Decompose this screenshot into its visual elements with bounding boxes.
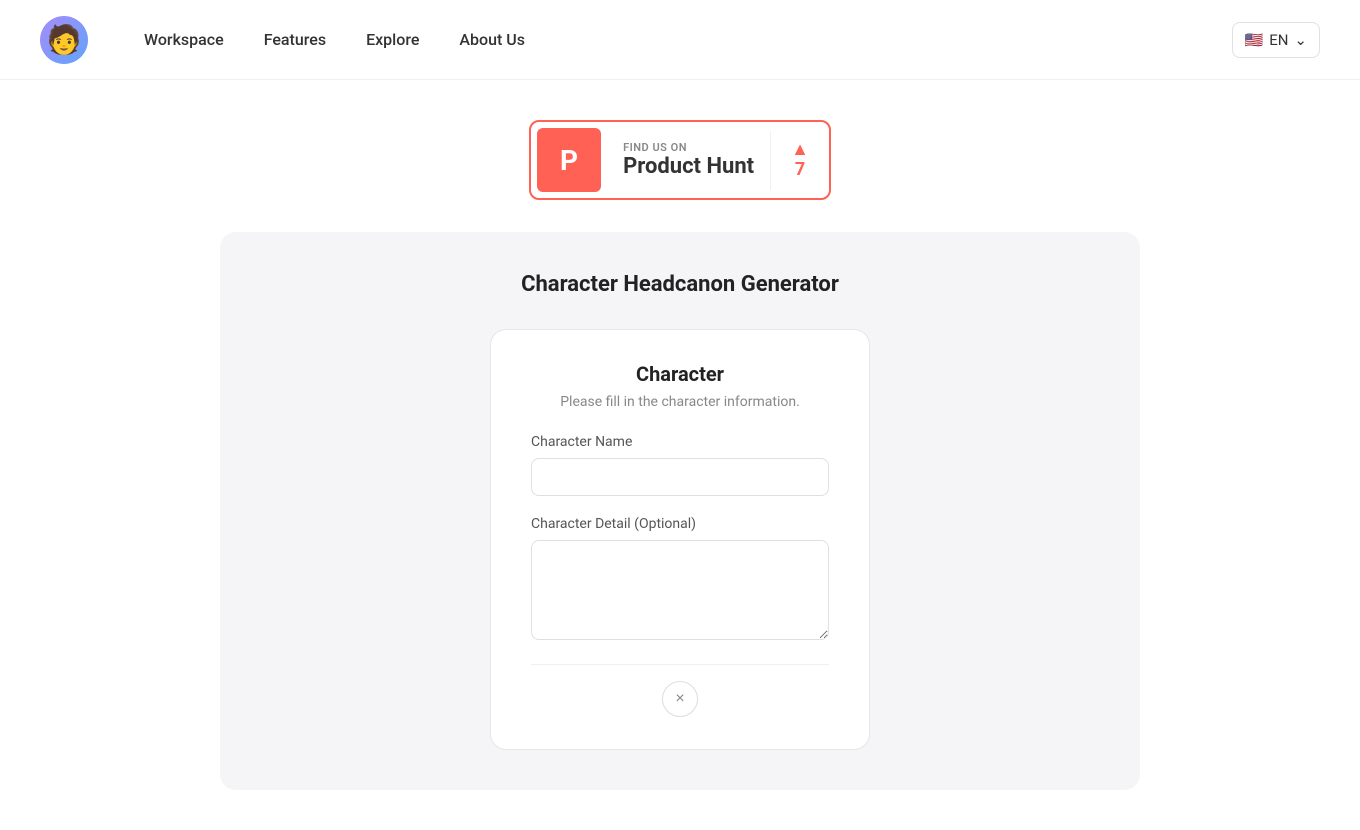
main-content: P FIND US ON Product Hunt ▲ 7 Character … bbox=[0, 80, 1360, 830]
form-container: Character Headcanon Generator Character … bbox=[220, 232, 1140, 790]
ph-vote-arrow-icon: ▲ bbox=[791, 141, 809, 159]
lang-code: EN bbox=[1269, 31, 1288, 49]
lang-dropdown-icon: ⌄ bbox=[1294, 31, 1307, 49]
ph-find-us-label: FIND US ON bbox=[623, 141, 754, 154]
character-card: Character Please fill in the character i… bbox=[490, 329, 870, 750]
nav-links: Workspace Features Explore About Us bbox=[128, 22, 1232, 57]
nav-link-explore[interactable]: Explore bbox=[350, 22, 435, 57]
navbar: 🧑 Workspace Features Explore About Us 🇺🇸… bbox=[0, 0, 1360, 80]
character-name-input[interactable] bbox=[531, 458, 829, 496]
ph-text-area: FIND US ON Product Hunt bbox=[607, 131, 770, 189]
language-selector[interactable]: 🇺🇸 EN ⌄ bbox=[1232, 22, 1321, 58]
lang-flag: 🇺🇸 bbox=[1245, 31, 1264, 49]
nav-link-about-us[interactable]: About Us bbox=[443, 22, 541, 57]
nav-link-workspace[interactable]: Workspace bbox=[128, 22, 240, 57]
ph-logo-icon: P bbox=[537, 128, 601, 192]
character-detail-group: Character Detail (Optional) bbox=[531, 516, 829, 644]
close-icon: × bbox=[675, 690, 684, 708]
character-name-label: Character Name bbox=[531, 434, 829, 450]
close-button[interactable]: × bbox=[662, 681, 698, 717]
ph-vote-area[interactable]: ▲ 7 bbox=[770, 131, 829, 190]
character-name-group: Character Name bbox=[531, 434, 829, 496]
card-subtitle: Please fill in the character information… bbox=[531, 394, 829, 410]
product-hunt-banner[interactable]: P FIND US ON Product Hunt ▲ 7 bbox=[529, 120, 831, 200]
logo-icon: 🧑 bbox=[40, 16, 88, 64]
character-detail-label: Character Detail (Optional) bbox=[531, 516, 829, 532]
ph-vote-count: 7 bbox=[795, 159, 805, 180]
character-detail-textarea[interactable] bbox=[531, 540, 829, 640]
card-action-area: × bbox=[531, 664, 829, 717]
nav-link-features[interactable]: Features bbox=[248, 22, 342, 57]
ph-product-name: Product Hunt bbox=[623, 154, 754, 179]
card-title: Character bbox=[531, 362, 829, 386]
logo-area: 🧑 bbox=[40, 16, 88, 64]
page-title: Character Headcanon Generator bbox=[280, 272, 1080, 297]
